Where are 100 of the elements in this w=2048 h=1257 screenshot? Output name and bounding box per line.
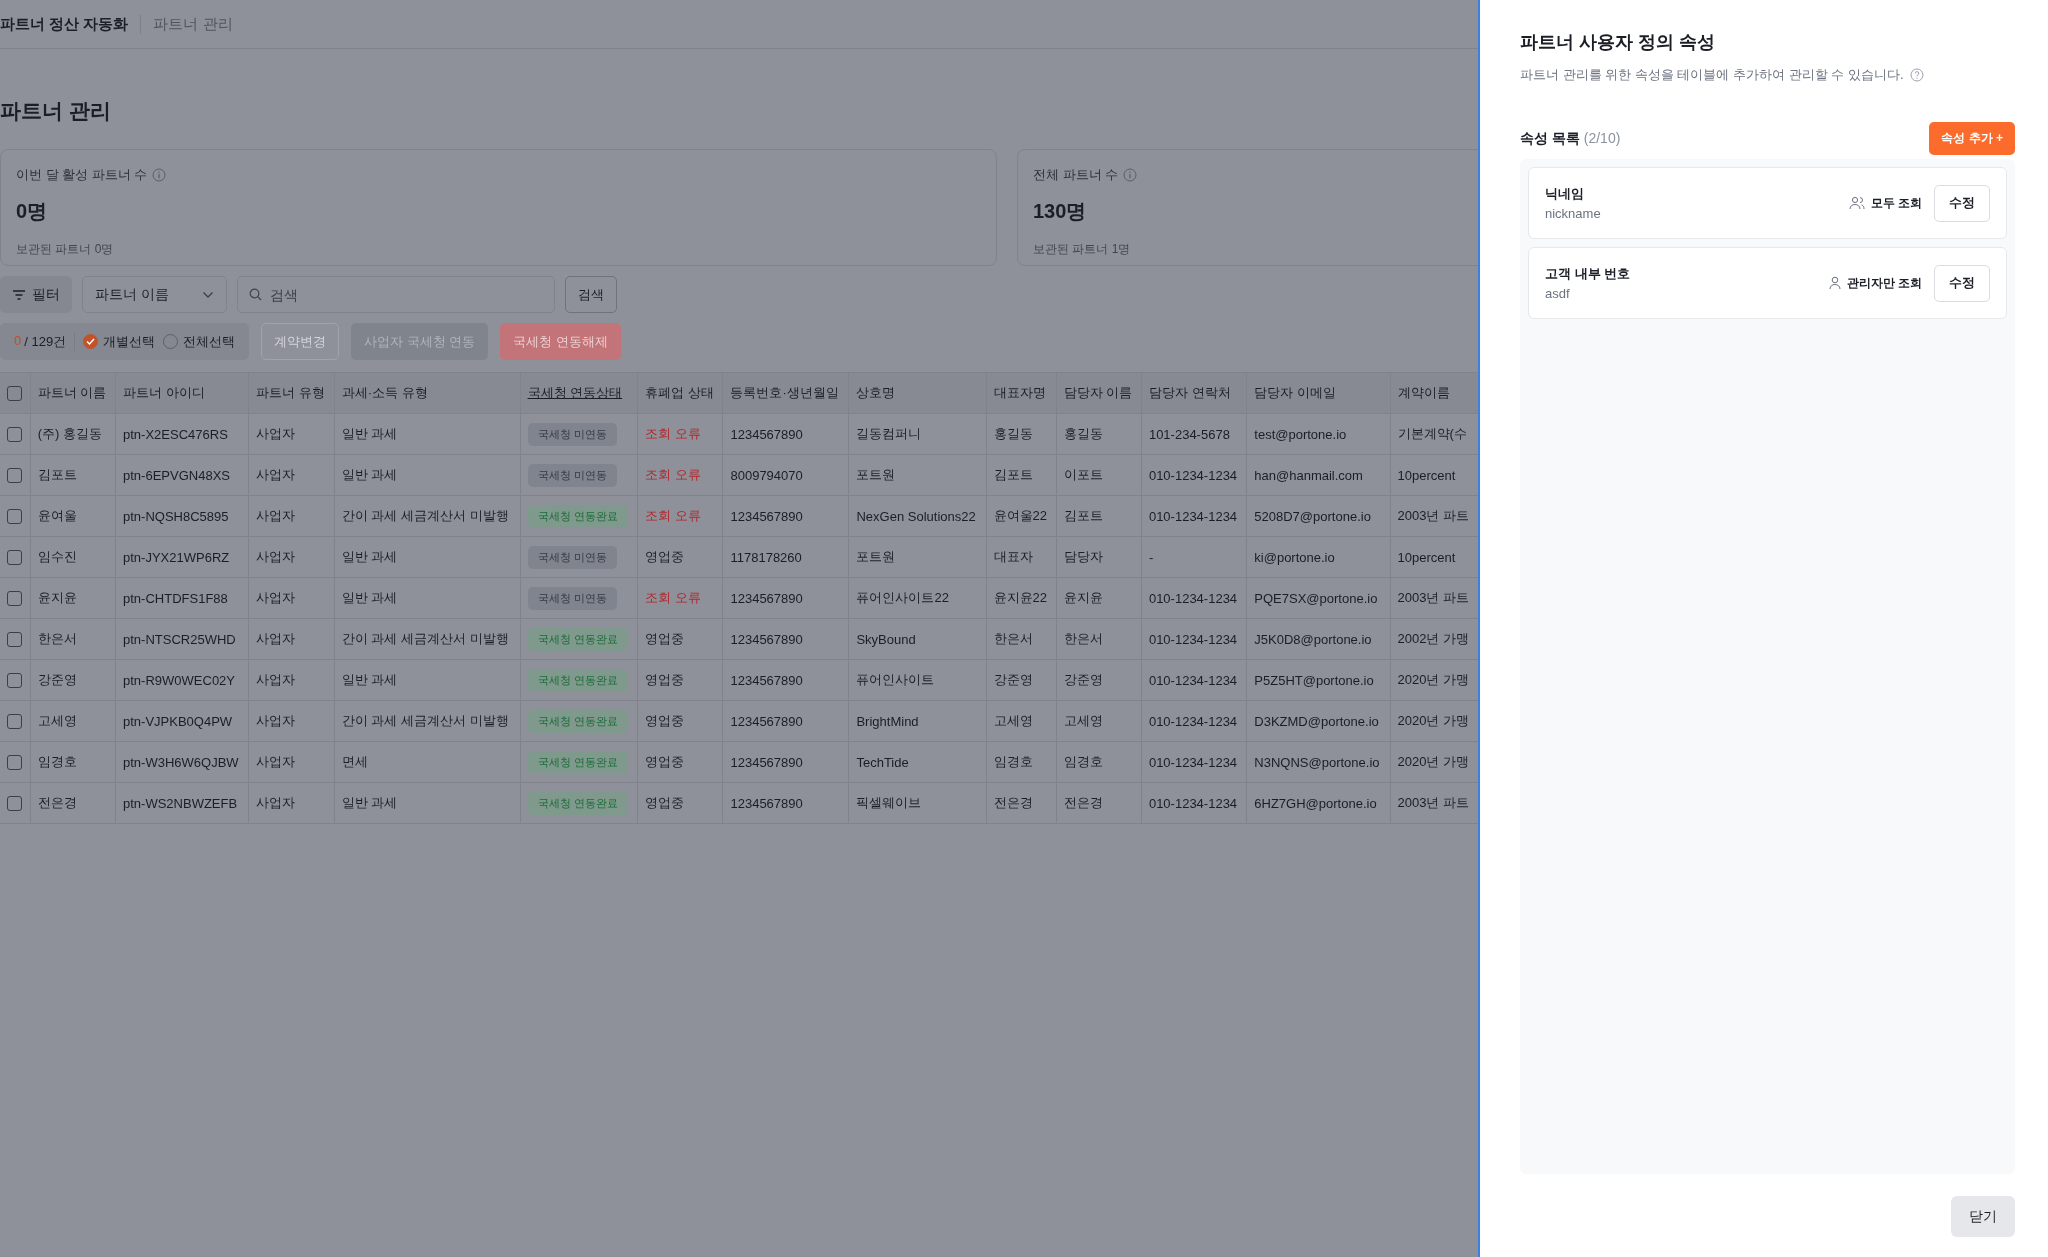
visibility-label: 모두 조회 [1870, 194, 1922, 212]
selection-mode-radio[interactable]: 개별선택 [83, 332, 156, 351]
table-cell-text: 포트원 [856, 549, 896, 564]
checkbox[interactable] [7, 508, 22, 524]
stat-subtext: 보관된 파트너 0명 [16, 242, 114, 256]
selection-mode-radio[interactable]: 전체선택 [163, 332, 236, 351]
table-cell-text: 퓨어인사이트22 [856, 590, 949, 605]
table-cell-text: 사업자 [256, 631, 296, 646]
table-cell-text: 픽셀웨이브 [856, 795, 922, 810]
table-cell-text: 010-1234-1234 [1148, 795, 1238, 811]
close-button[interactable]: 닫기 [1951, 1196, 2015, 1237]
table-cell-text: 임수진 [37, 549, 77, 564]
table-cell-text: 고세영 [993, 713, 1033, 728]
table-cell-text: SkyBound [856, 631, 916, 647]
checkbox[interactable] [7, 795, 22, 811]
chevron-down-icon [202, 290, 214, 299]
table-cell-text: 2003년 파트 [1397, 508, 1470, 523]
search-field[interactable]: 검색 [237, 276, 555, 313]
stat-label: 전체 파트너 수 [1033, 166, 1119, 184]
checkbox[interactable] [7, 672, 22, 688]
table-cell-text: 윤지윤 [1063, 590, 1103, 605]
column-header: 대표자명 [986, 372, 1056, 414]
table-cell-text: 010-1234-1234 [1148, 590, 1238, 606]
edit-button[interactable]: 수정 [1934, 184, 1990, 222]
checkbox[interactable] [7, 713, 22, 729]
table-cell-text: 간이 과세 세금계산서 미발행 [341, 713, 509, 728]
table-cell-text: 한은서 [1063, 631, 1103, 646]
page-title: 파트너 관리 [0, 98, 112, 124]
table-cell-text: J5K0D8@portone.io [1254, 631, 1372, 647]
edit-button[interactable]: 수정 [1934, 264, 1990, 302]
search-button[interactable]: 검색 [565, 276, 617, 313]
table-cell-text: 사업자 [256, 713, 296, 728]
table-cell-text: 포트원 [856, 467, 896, 482]
table-cell-text: 영업중 [645, 672, 685, 687]
table-cell-text: 전은경 [993, 795, 1033, 810]
table-cell-text: ptn-CHTDFS1F88 [123, 590, 228, 606]
table-cell-text: 사업자 [256, 590, 296, 605]
checkbox[interactable] [7, 754, 22, 770]
table-cell-text: 조회 오류 [645, 467, 701, 482]
table-cell-text: 101-234-5678 [1148, 426, 1230, 442]
table-cell-text: 사업자 [256, 508, 296, 523]
table-cell-text: 10percent [1397, 467, 1456, 483]
info-icon [152, 168, 167, 182]
table-cell-text: NexGen Solutions22 [856, 508, 976, 524]
column-header: 담당자 이메일 [1246, 372, 1390, 414]
checkbox[interactable] [7, 467, 22, 483]
table-cell-text: 사업자 [256, 467, 296, 482]
table-cell-text: 2003년 파트 [1397, 795, 1470, 810]
stat-value: 0명 [16, 199, 49, 224]
filter-button[interactable]: 필터 [0, 276, 72, 313]
status-badge: 국세청 미연동 [527, 463, 617, 487]
table-cell-text: 사업자 [256, 672, 296, 687]
table-cell-text: 2020년 가맹 [1397, 713, 1470, 728]
column-header: 담당자 연락처 [1141, 372, 1247, 414]
table-cell-text: ki@portone.io [1254, 549, 1335, 565]
panel-description: 파트너 관리를 위한 속성을 테이블에 추가하여 관리할 수 있습니다. [1520, 66, 1904, 84]
checkbox[interactable] [7, 590, 22, 606]
checkbox[interactable] [7, 631, 22, 647]
info-icon [1123, 168, 1138, 182]
table-cell-text: han@hanmail.com [1254, 467, 1363, 483]
table-cell-text: 면세 [341, 754, 368, 769]
table-cell-text: PQE7SX@portone.io [1254, 590, 1378, 606]
table-cell-text: 김포트 [37, 467, 77, 482]
table-cell-text: 6HZ7GH@portone.io [1254, 795, 1377, 811]
table-cell-text: test@portone.io [1254, 426, 1347, 442]
table-cell-text: ptn-6EPVGN48XS [123, 467, 230, 483]
add-attribute-button[interactable]: 속성 추가 + [1929, 122, 2015, 155]
table-cell-text: 홍길동 [1063, 426, 1103, 441]
table-cell-text: 8009794070 [730, 467, 803, 483]
table-cell-text: 010-1234-1234 [1148, 631, 1238, 647]
table-cell-text: 윤여울22 [993, 508, 1048, 523]
table-cell-text: 010-1234-1234 [1148, 508, 1238, 524]
table-cell-text: 길동컴퍼니 [856, 426, 922, 441]
status-badge: 국세청 미연동 [527, 545, 617, 569]
table-cell-text: 임경호 [1063, 754, 1103, 769]
column-header: 파트너 아이디 [115, 372, 249, 414]
column-header: 과세·소득 유형 [334, 372, 521, 414]
table-cell-text: ptn-X2ESC476RS [123, 426, 228, 442]
table-cell-text: 사업자 [256, 754, 296, 769]
breadcrumb-item[interactable]: 파트너 관리 [141, 14, 233, 34]
table-cell-text: 일반 과세 [341, 672, 398, 687]
checkbox[interactable] [7, 549, 22, 565]
action-button[interactable]: 국세청 연동해제 [500, 323, 621, 360]
table-cell-text: 고세영 [37, 713, 77, 728]
table-cell-text: 임경호 [37, 754, 77, 769]
column-header: 휴폐업 상태 [637, 372, 723, 414]
checkbox[interactable] [7, 426, 22, 442]
attribute-key: nickname [1545, 206, 1849, 221]
column-header: 등록번호·생년월일 [722, 372, 849, 414]
table-cell-text: 1234567890 [730, 590, 803, 606]
field-dropdown[interactable]: 파트너 이름 [82, 276, 227, 313]
table-cell-text: 조회 오류 [645, 508, 701, 523]
column-header[interactable]: 국세청 연동상태 [520, 372, 638, 414]
table-cell-text: (주) 홍길동 [37, 426, 102, 441]
table-cell-text: 김포트 [1063, 508, 1103, 523]
breadcrumb-item[interactable]: 파트너 정산 자동화 [0, 14, 142, 34]
check-icon [86, 338, 96, 345]
checkbox[interactable] [7, 385, 22, 401]
table-cell-text: 간이 과세 세금계산서 미발행 [341, 631, 509, 646]
table-cell-text: 1234567890 [730, 754, 803, 770]
